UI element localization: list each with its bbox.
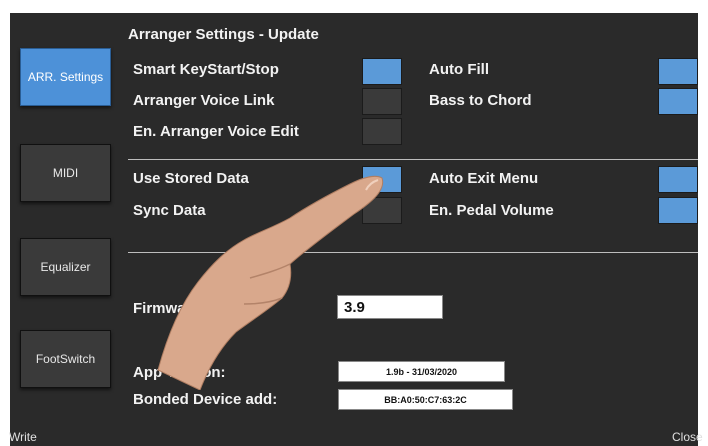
sidebar-item-midi[interactable]: MIDI (20, 144, 111, 202)
sidebar-item-footswitch[interactable]: FootSwitch (20, 330, 111, 388)
sidebar-item-arr-settings[interactable]: ARR. Settings (20, 48, 111, 106)
page-title: Arranger Settings - Update (128, 26, 319, 43)
close-button[interactable]: Close (672, 430, 703, 444)
write-button[interactable]: Write (9, 430, 37, 444)
arranger-voice-link-toggle[interactable] (362, 88, 402, 115)
auto-exit-menu-toggle[interactable] (658, 166, 698, 193)
en-arranger-voice-edit-label: En. Arranger Voice Edit (133, 123, 299, 140)
bass-to-chord-label: Bass to Chord (429, 92, 532, 109)
smart-keystart-label: Smart KeyStart/Stop (133, 61, 279, 78)
auto-fill-toggle[interactable] (658, 58, 698, 85)
bass-to-chord-toggle[interactable] (658, 88, 698, 115)
sidebar-item-equalizer[interactable]: Equalizer (20, 238, 111, 296)
auto-exit-menu-label: Auto Exit Menu (429, 170, 539, 187)
bonded-device-field: BB:A0:50:C7:63:2C (338, 389, 513, 410)
auto-fill-label: Auto Fill (429, 61, 489, 78)
arranger-voice-link-label: Arranger Voice Link (133, 92, 275, 109)
en-pedal-volume-toggle[interactable] (658, 197, 698, 224)
smart-keystart-toggle[interactable] (362, 58, 402, 85)
pointing-hand-icon (157, 175, 384, 390)
bonded-device-label: Bonded Device add: (133, 391, 278, 408)
en-pedal-volume-label: En. Pedal Volume (429, 202, 554, 219)
en-arranger-voice-edit-toggle[interactable] (362, 118, 402, 145)
